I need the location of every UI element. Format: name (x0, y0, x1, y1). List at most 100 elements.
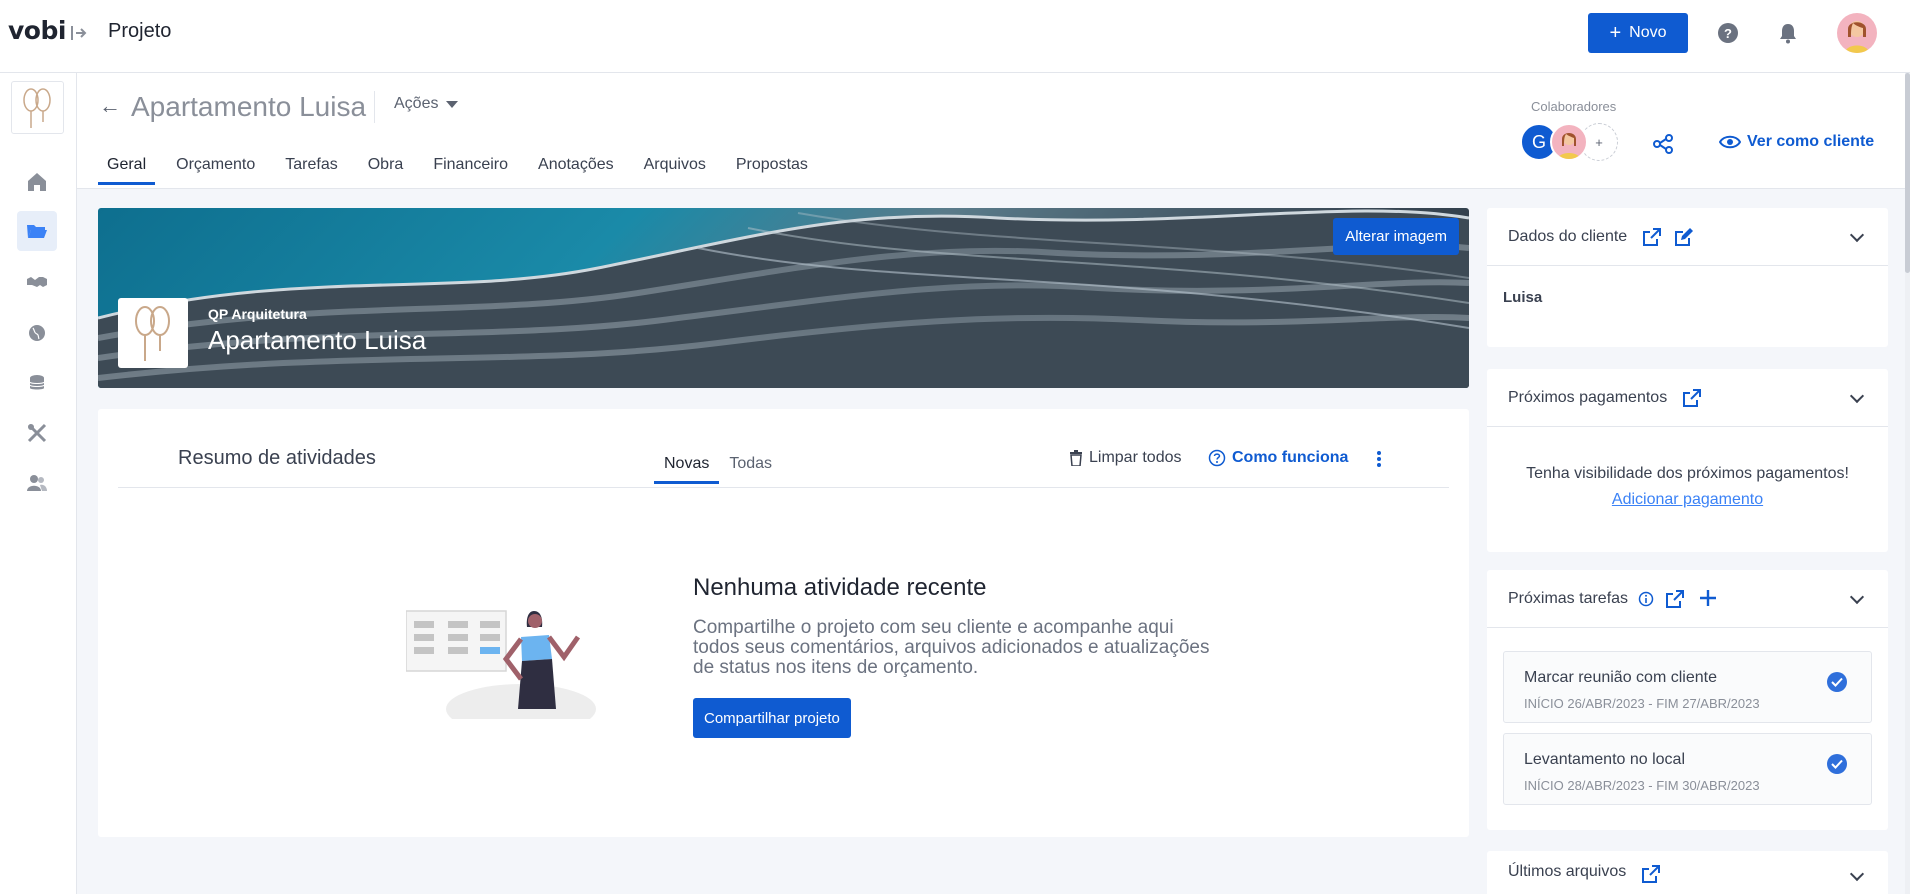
tab-obra[interactable]: Obra (359, 156, 413, 185)
chevron-down-icon[interactable] (1849, 589, 1865, 605)
divider (118, 487, 1449, 488)
how-it-works-label: Como funciona (1232, 449, 1349, 466)
clear-all-button[interactable]: Limpar todos (1069, 449, 1182, 467)
bell-icon[interactable] (1778, 22, 1798, 44)
tasks-title: Próximas tarefas (1508, 589, 1629, 607)
tab-novas[interactable]: Novas (654, 455, 720, 484)
banner-image (98, 209, 1469, 388)
sidebar-item-projects[interactable] (17, 211, 57, 251)
tasks-header[interactable]: Próximas tarefas (1487, 570, 1888, 628)
share-project-button[interactable]: Compartilhar projeto (693, 698, 851, 738)
page-section-title: Projeto (108, 20, 172, 42)
task-dates: INÍCIO 26/ABR/2023 - FIM 27/ABR/2023 (1524, 696, 1760, 711)
user-avatar[interactable] (1837, 13, 1877, 53)
home-icon (28, 173, 46, 191)
sidebar-item-finance[interactable] (17, 363, 57, 403)
help-icon[interactable]: ? (1718, 23, 1738, 43)
activity-tabs: Novas Todas (654, 455, 782, 484)
eye-icon (1719, 135, 1741, 149)
chevron-down-icon[interactable] (1849, 866, 1865, 882)
coins-icon (29, 375, 45, 390)
payments-empty-text: Tenha visibilidade dos próximos pagament… (1526, 465, 1849, 482)
check-circle-icon[interactable] (1827, 672, 1847, 692)
sidebar-item-team[interactable] (17, 463, 57, 503)
client-data-card: Dados do cliente Luisa (1487, 208, 1888, 347)
vobi-logo[interactable]: vobi (8, 16, 66, 45)
external-link-icon[interactable] (1664, 588, 1686, 610)
actions-dropdown[interactable]: Ações (394, 95, 459, 113)
empty-state-title: Nenhuma atividade recente (693, 574, 987, 601)
external-link-icon[interactable] (1640, 863, 1662, 885)
question-circle-icon (1208, 449, 1226, 467)
share-icon[interactable] (1652, 133, 1674, 155)
task-item[interactable]: Levantamento no local INÍCIO 28/ABR/2023… (1503, 733, 1872, 805)
caret-down-icon (446, 100, 459, 108)
activity-summary-title: Resumo de atividades (178, 447, 376, 469)
project-banner: Alterar imagem QP Arquitetura Apartament… (98, 208, 1469, 388)
top-bar: vobi Projeto + Novo ? (0, 0, 1910, 73)
banner-project-title: Apartamento Luisa (208, 325, 427, 355)
tasks-card: Próximas tarefas Marcar reunião com clie… (1487, 570, 1888, 830)
clear-all-label: Limpar todos (1089, 449, 1182, 466)
handshake-icon (27, 277, 47, 287)
external-link-icon[interactable] (1681, 387, 1703, 409)
external-link-icon[interactable] (1641, 226, 1663, 248)
banner-project-logo (118, 298, 188, 368)
client-name: Luisa (1503, 289, 1543, 306)
tab-tarefas[interactable]: Tarefas (276, 156, 346, 185)
back-arrow-icon[interactable]: ← (99, 93, 121, 119)
tools-icon (27, 423, 47, 443)
project-tabs: Geral Orçamento Tarefas Obra Financeiro … (98, 156, 829, 185)
payments-header[interactable]: Próximos pagamentos (1487, 369, 1888, 427)
files-title: Últimos arquivos (1508, 863, 1627, 880)
trash-icon (1070, 450, 1082, 466)
payments-card: Próximos pagamentos Tenha visibilidade d… (1487, 369, 1888, 552)
new-button[interactable]: + Novo (1588, 13, 1688, 53)
change-image-button[interactable]: Alterar imagem (1333, 218, 1459, 255)
sidebar-item-tools[interactable] (17, 413, 57, 453)
edit-icon[interactable] (1673, 226, 1695, 248)
project-title: Apartamento Luisa (131, 91, 367, 122)
project-logo[interactable] (11, 81, 64, 134)
view-as-client-button[interactable]: Ver como cliente (1719, 133, 1874, 151)
tab-geral[interactable]: Geral (98, 156, 156, 185)
new-button-label: Novo (1629, 24, 1667, 41)
task-item[interactable]: Marcar reunião com cliente INÍCIO 26/ABR… (1503, 651, 1872, 723)
activity-summary-card: Resumo de atividades Novas Todas Limpar … (98, 409, 1469, 837)
tab-todas[interactable]: Todas (719, 455, 782, 484)
client-data-title: Dados do cliente (1508, 227, 1628, 245)
collapse-sidebar-icon[interactable] (71, 24, 89, 42)
divider (374, 91, 375, 123)
task-name: Marcar reunião com cliente (1524, 669, 1717, 686)
tab-financeiro[interactable]: Financeiro (424, 156, 517, 185)
how-it-works-button[interactable]: Como funciona (1208, 449, 1348, 467)
check-circle-icon[interactable] (1827, 754, 1847, 774)
users-icon (27, 475, 47, 491)
chevron-down-icon[interactable] (1849, 227, 1865, 243)
files-header[interactable]: Últimos arquivos (1487, 851, 1888, 894)
payments-title: Próximos pagamentos (1508, 388, 1668, 406)
folder-icon (27, 225, 47, 238)
collaborators-label: Colaboradores (1531, 99, 1617, 114)
tab-propostas[interactable]: Propostas (727, 156, 817, 185)
add-payment-link[interactable]: Adicionar pagamento (1487, 491, 1888, 509)
task-dates: INÍCIO 28/ABR/2023 - FIM 30/ABR/2023 (1524, 778, 1760, 793)
plus-icon[interactable] (1698, 588, 1720, 610)
sidebar-item-partners[interactable] (17, 262, 57, 302)
tab-orcamento[interactable]: Orçamento (167, 156, 264, 185)
tab-arquivos[interactable]: Arquivos (635, 156, 715, 185)
info-icon[interactable] (1638, 591, 1654, 607)
empty-state-illustration (406, 610, 596, 719)
more-options-icon[interactable] (1374, 448, 1384, 470)
project-header: ← Apartamento Luisa Ações Geral Orçament… (77, 73, 1910, 189)
chevron-down-icon[interactable] (1849, 388, 1865, 404)
sidebar-item-network[interactable] (17, 313, 57, 353)
sidebar-item-home[interactable] (17, 162, 57, 202)
view-as-client-label: Ver como cliente (1747, 133, 1875, 150)
scrollbar-thumb[interactable] (1905, 73, 1910, 273)
tab-anotacoes[interactable]: Anotações (529, 156, 623, 185)
actions-label: Ações (394, 95, 439, 112)
empty-state-description: Compartilhe o projeto com seu cliente e … (693, 617, 1210, 678)
client-data-header[interactable]: Dados do cliente (1487, 208, 1888, 266)
collaborator-avatar[interactable] (1550, 123, 1588, 161)
